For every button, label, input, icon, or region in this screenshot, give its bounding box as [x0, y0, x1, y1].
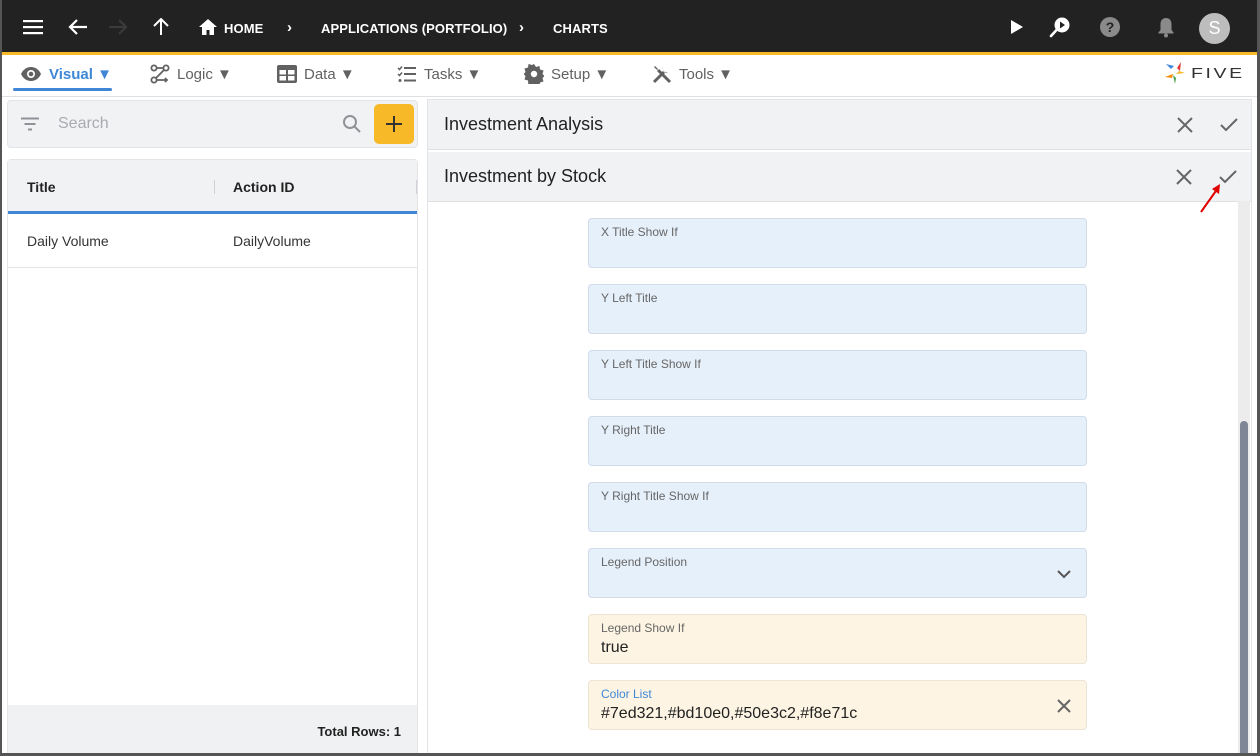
breadcrumb-applications[interactable]: APPLICATIONS (PORTFOLIO) — [321, 21, 507, 36]
y-left-title-show-if-field[interactable]: Y Left Title Show If — [588, 350, 1087, 400]
add-button[interactable] — [374, 104, 414, 144]
plus-icon — [386, 116, 402, 132]
gear-icon — [524, 64, 544, 84]
search-bar — [7, 100, 418, 148]
breadcrumb-charts[interactable]: CHARTS — [553, 21, 608, 36]
field-label: Legend Position — [601, 555, 688, 569]
y-left-title-field[interactable]: Y Left Title — [588, 284, 1087, 334]
play-icon[interactable] — [1006, 16, 1028, 38]
five-logo-text: FIVE — [1191, 64, 1245, 82]
legend-show-if-field[interactable]: Legend Show If true — [588, 614, 1087, 664]
column-header-title[interactable]: Title — [27, 179, 56, 195]
field-label: Y Right Title — [601, 423, 666, 437]
actions-grid: Title Action ID Daily Volume DailyVolume… — [7, 159, 418, 756]
menu-setup-label: Setup ▼ — [551, 65, 610, 83]
color-list-field[interactable]: Color List #7ed321,#bd10e0,#50e3c2,#f8e7… — [588, 680, 1087, 730]
help-icon[interactable]: ? — [1099, 16, 1121, 38]
main-menu-bar: Visual ▼ Logic ▼ Data ▼ Tasks ▼ Setup ▼ … — [0, 55, 1260, 97]
active-menu-indicator — [13, 88, 112, 91]
user-avatar[interactable]: S — [1199, 13, 1230, 44]
menu-data-label: Data ▼ — [304, 65, 355, 83]
total-rows: Total Rows: 1 — [317, 724, 401, 739]
menu-tasks-label: Tasks ▼ — [424, 65, 482, 83]
y-right-title-show-if-field[interactable]: Y Right Title Show If — [588, 482, 1087, 532]
grid-header: Title Action ID — [8, 160, 417, 214]
search-run-icon[interactable] — [1049, 16, 1071, 38]
home-icon[interactable] — [197, 16, 219, 38]
five-logo: FIVE — [1163, 61, 1242, 85]
child-form-title: Investment by Stock — [444, 166, 607, 186]
field-label: X Title Show If — [601, 225, 678, 239]
forward-arrow-icon[interactable] — [107, 16, 129, 38]
chevron-down-icon[interactable] — [1054, 564, 1074, 584]
filter-icon[interactable] — [20, 116, 40, 132]
grid-footer: Total Rows: 1 — [8, 705, 417, 756]
legend-position-select[interactable]: Legend Position — [588, 548, 1087, 598]
y-right-title-field[interactable]: Y Right Title — [588, 416, 1087, 466]
parent-form-header: Investment Analysis — [428, 100, 1251, 150]
parent-form-title: Investment Analysis — [444, 114, 604, 134]
form-scrollbar-thumb[interactable] — [1240, 421, 1248, 756]
cell-action-id: DailyVolume — [233, 233, 311, 249]
menu-logic[interactable]: Logic ▼ — [150, 63, 232, 85]
field-label: Y Left Title — [601, 291, 658, 305]
menu-tools[interactable]: Tools ▼ — [652, 63, 733, 85]
field-label: Legend Show If — [601, 621, 685, 635]
breadcrumb-home[interactable]: HOME — [224, 21, 263, 36]
close-icon — [1177, 117, 1193, 133]
menu-visual-label: Visual ▼ — [49, 65, 112, 83]
notifications-icon[interactable] — [1155, 16, 1177, 38]
menu-data[interactable]: Data ▼ — [277, 63, 355, 85]
up-arrow-icon[interactable] — [150, 16, 172, 38]
menu-logic-label: Logic ▼ — [177, 65, 232, 83]
annotation-arrow-icon — [1200, 184, 1220, 213]
field-label: Y Left Title Show If — [601, 357, 701, 371]
tools-icon — [652, 66, 672, 84]
x-title-show-if-field[interactable]: X Title Show If — [588, 218, 1087, 268]
field-label: Color List — [601, 687, 652, 701]
field-label: Y Right Title Show If — [601, 489, 709, 503]
child-cancel-button[interactable] — [1172, 165, 1196, 189]
check-icon — [1220, 118, 1238, 132]
checklist-icon — [397, 66, 416, 82]
column-divider[interactable] — [214, 180, 215, 194]
field-value: #7ed321,#bd10e0,#50e3c2,#f8e71c — [601, 705, 858, 722]
table-icon — [277, 65, 297, 83]
child-form-header: Investment by Stock — [428, 152, 1251, 202]
cell-title: Daily Volume — [27, 233, 109, 249]
menu-tasks[interactable]: Tasks ▼ — [397, 63, 481, 85]
clear-icon[interactable] — [1054, 696, 1074, 716]
menu-visual[interactable]: Visual ▼ — [20, 63, 112, 85]
menu-setup[interactable]: Setup ▼ — [524, 63, 609, 85]
search-input[interactable] — [58, 113, 328, 135]
back-arrow-icon[interactable] — [67, 16, 89, 38]
column-divider[interactable] — [416, 180, 417, 194]
table-row[interactable]: Daily Volume DailyVolume — [8, 217, 417, 268]
field-value: true — [601, 639, 629, 656]
parent-cancel-button[interactable] — [1173, 113, 1197, 137]
eye-icon — [21, 67, 41, 81]
svg-text:?: ? — [1106, 19, 1115, 35]
logic-flow-icon — [150, 64, 170, 84]
top-app-bar: HOME › APPLICATIONS (PORTFOLIO) › CHARTS… — [0, 0, 1260, 55]
menu-icon[interactable] — [22, 16, 44, 38]
breadcrumb-separator: › — [519, 19, 524, 36]
close-icon — [1176, 169, 1192, 185]
search-icon[interactable] — [342, 114, 362, 134]
window-frame-left — [0, 0, 2, 756]
breadcrumb-separator: › — [287, 19, 292, 36]
five-logo-icon — [1165, 62, 1185, 84]
menu-tools-label: Tools ▼ — [679, 65, 734, 83]
parent-save-button[interactable] — [1217, 113, 1241, 137]
column-header-action-id[interactable]: Action ID — [233, 179, 294, 195]
